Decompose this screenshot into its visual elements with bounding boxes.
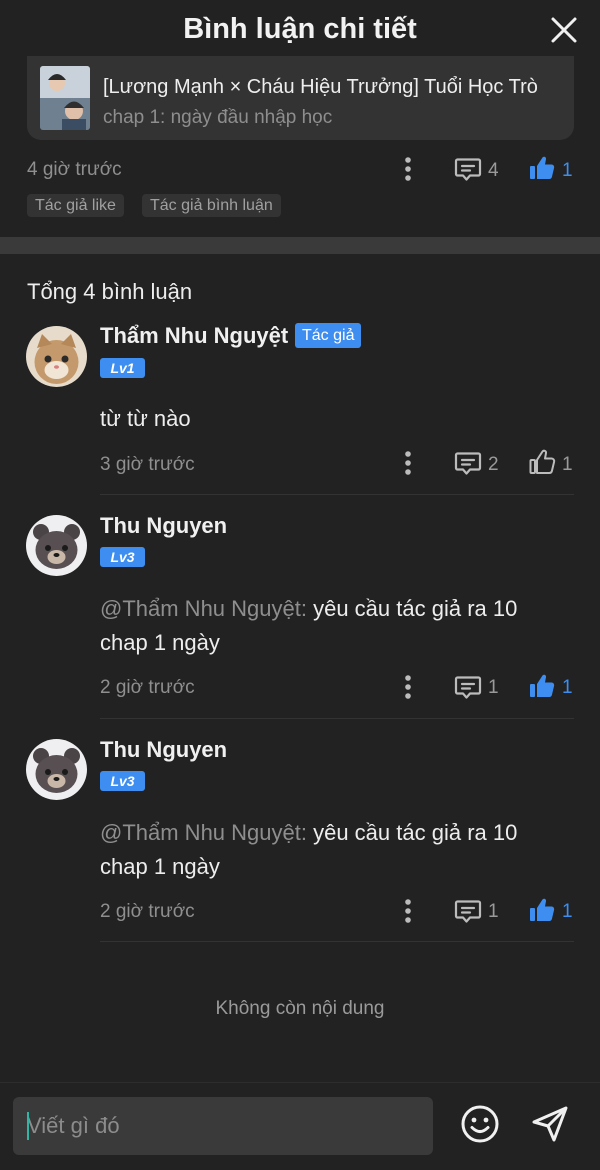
avatar[interactable]	[26, 515, 87, 576]
more-options-icon[interactable]	[404, 674, 412, 700]
section-separator	[0, 237, 600, 254]
post-comment-count: 4	[488, 160, 499, 181]
divider	[100, 941, 574, 942]
send-icon[interactable]	[530, 1104, 570, 1144]
comment-time: 2 giờ trước	[100, 677, 195, 698]
end-of-list-label: Không còn nội dung	[215, 998, 385, 1019]
divider	[100, 718, 574, 719]
mention[interactable]: @Thẩm Nhu Nguyệt:	[100, 596, 307, 621]
level-badge: Lv1	[100, 358, 145, 378]
close-icon[interactable]	[548, 14, 580, 46]
like-count: 1	[562, 454, 573, 475]
manga-title: [Lương Mạnh × Cháu Hiệu Trưởng] Tuổi Học…	[103, 76, 538, 98]
username[interactable]: Thu Nguyen	[100, 513, 227, 539]
comment-text: từ từ nào	[100, 402, 570, 436]
reply-icon[interactable]	[454, 673, 482, 701]
comment-total: Tổng 4 bình luận	[27, 279, 193, 304]
smile-icon[interactable]	[460, 1104, 500, 1144]
reply-count: 1	[488, 901, 499, 922]
level-badge: Lv3	[100, 547, 145, 567]
comment-icon[interactable]	[454, 155, 482, 183]
like-count: 1	[562, 901, 573, 922]
manga-chapter: chap 1: ngày đầu nhập học	[103, 107, 333, 128]
comment-body: từ từ nào	[100, 406, 191, 431]
post-like-count: 1	[562, 160, 573, 181]
manga-thumbnail	[40, 66, 90, 130]
comment-time: 3 giờ trước	[100, 454, 195, 475]
tag-author-like: Tác giả like	[27, 194, 124, 217]
tag-author-comment: Tác giả bình luận	[142, 194, 281, 217]
header: Bình luận chi tiết	[0, 0, 600, 62]
reply-icon[interactable]	[454, 897, 482, 925]
username[interactable]: Thẩm Nhu Nguyệt	[100, 323, 288, 349]
comment-input-box[interactable]	[13, 1097, 433, 1155]
level-badge: Lv3	[100, 771, 145, 791]
comment-text: @Thẩm Nhu Nguyệt: yêu cầu tác giả ra 10 …	[100, 816, 570, 884]
mention[interactable]: @Thẩm Nhu Nguyệt:	[100, 820, 307, 845]
post-time: 4 giờ trước	[27, 159, 122, 180]
author-badge: Tác giả	[295, 323, 362, 348]
reply-icon[interactable]	[454, 449, 482, 477]
manga-card[interactable]: [Lương Mạnh × Cháu Hiệu Trưởng] Tuổi Học…	[27, 56, 574, 140]
like-count: 1	[562, 677, 573, 698]
more-options-icon[interactable]	[404, 898, 412, 924]
avatar[interactable]	[26, 326, 87, 387]
avatar[interactable]	[26, 739, 87, 800]
divider	[100, 494, 574, 495]
like-icon[interactable]	[528, 448, 556, 476]
comment-time: 2 giờ trước	[100, 901, 195, 922]
text-caret	[27, 1112, 29, 1140]
username[interactable]: Thu Nguyen	[100, 737, 227, 763]
comment-composer	[0, 1082, 600, 1170]
like-icon[interactable]	[528, 896, 556, 924]
more-options-icon[interactable]	[404, 450, 412, 476]
more-options-icon[interactable]	[404, 156, 412, 182]
page-title: Bình luận chi tiết	[183, 13, 417, 45]
reply-count: 2	[488, 454, 499, 475]
like-icon[interactable]	[528, 154, 556, 182]
like-icon[interactable]	[528, 672, 556, 700]
comment-text: @Thẩm Nhu Nguyệt: yêu cầu tác giả ra 10 …	[100, 592, 570, 660]
comment-input[interactable]	[13, 1097, 433, 1155]
reply-count: 1	[488, 677, 499, 698]
